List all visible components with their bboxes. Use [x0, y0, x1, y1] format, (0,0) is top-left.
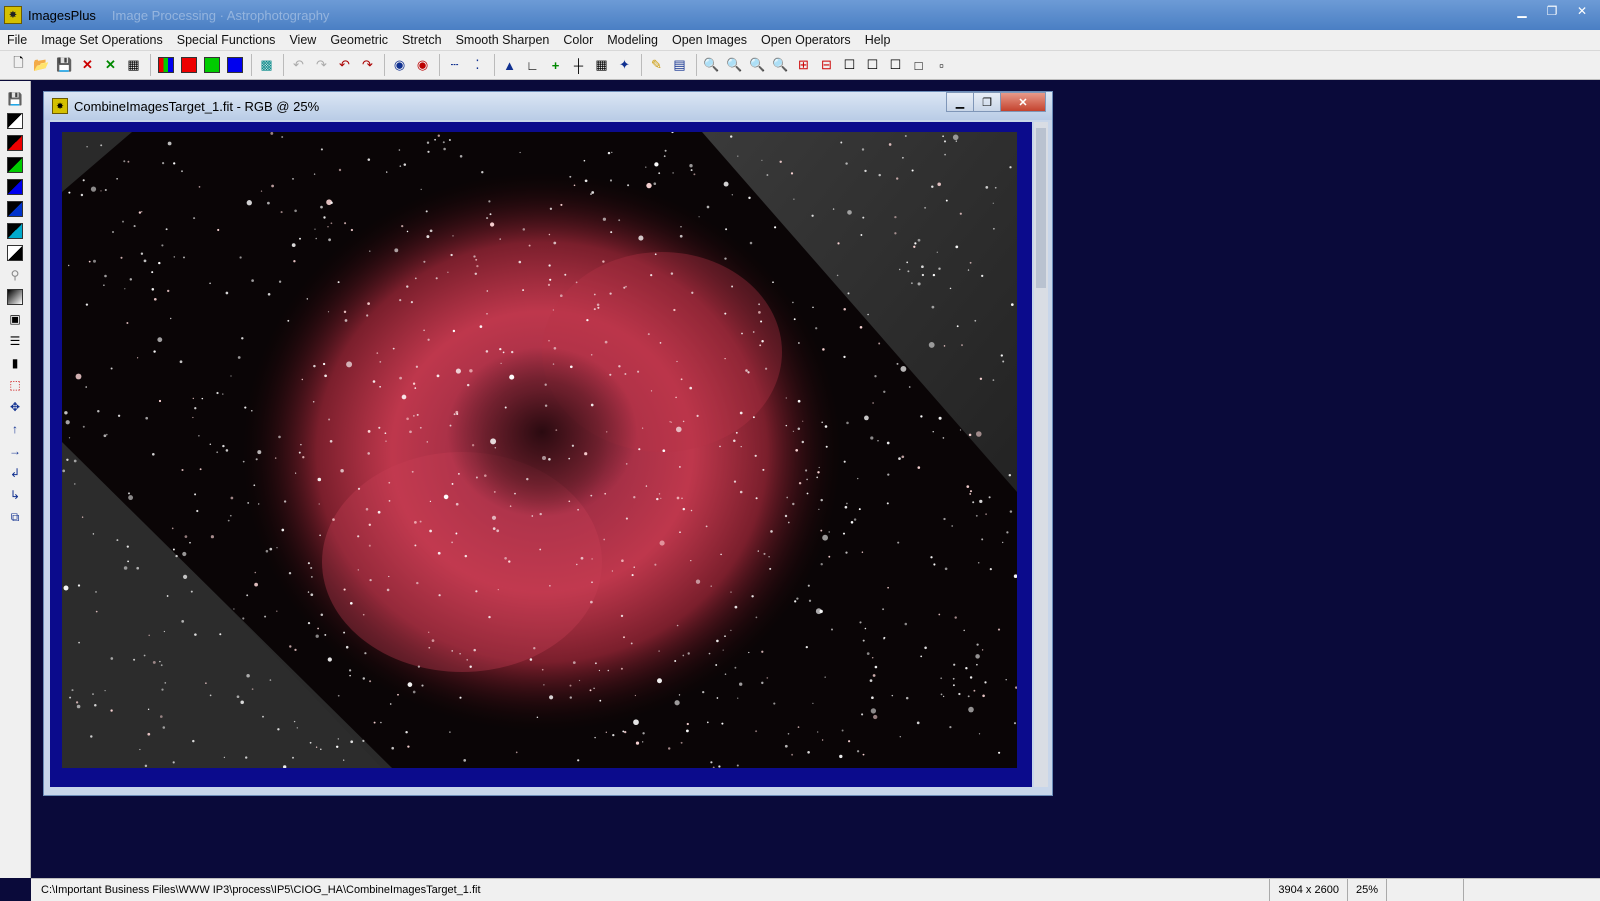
frame3-icon[interactable]: ☐: [885, 55, 906, 76]
link-icon[interactable]: ⚲: [5, 265, 25, 285]
rotate-left-icon[interactable]: ↲: [5, 463, 25, 483]
image-window[interactable]: ✸ CombineImagesTarget_1.fit - RGB @ 25% …: [43, 91, 1053, 796]
point-icon[interactable]: ⁚: [467, 55, 488, 76]
copy-icon[interactable]: ⧉: [5, 507, 25, 527]
circle-icon[interactable]: ◉: [389, 55, 410, 76]
image-viewport[interactable]: [50, 122, 1032, 787]
status-empty-1: [1386, 879, 1463, 901]
image-window-title: CombineImagesTarget_1.fit - RGB @ 25%: [74, 98, 320, 114]
print-icon[interactable]: ▦: [123, 55, 144, 76]
menu-modeling[interactable]: Modeling: [600, 33, 665, 47]
left-toolbar: 💾 ⚲ ▣ ☰ ▮ ⬚ ✥ ↑ → ↲ ↳ ⧉: [0, 81, 31, 878]
paint-icon[interactable]: ✦: [614, 55, 635, 76]
main-toolbar: 🗋 📂 💾 ✕ ✕ ▦ ▩ ↶ ↷ ↶ ↷ ◉ ◉ ┄ ⁚ ▲ ∟ + ┼ ▦ …: [0, 51, 1600, 80]
close-all-icon[interactable]: ✕: [100, 55, 121, 76]
dots-icon[interactable]: ┄: [444, 55, 465, 76]
frame4-icon[interactable]: □: [908, 55, 929, 76]
bw-icon[interactable]: [5, 111, 25, 131]
menu-file[interactable]: File: [0, 33, 34, 47]
menu-bar: File Image Set Operations Special Functi…: [0, 30, 1600, 51]
app-icon: ✸: [4, 6, 22, 24]
circle-red-icon[interactable]: ◉: [412, 55, 433, 76]
maximize-button[interactable]: ❐: [1538, 2, 1566, 20]
pencil-icon[interactable]: ✎: [646, 55, 667, 76]
rgb-icon[interactable]: [155, 55, 176, 76]
vertical-scrollbar[interactable]: [1034, 122, 1048, 787]
status-bar: C:\Important Business Files\WWW IP3\proc…: [31, 878, 1600, 901]
frame1-icon[interactable]: ☐: [839, 55, 860, 76]
image-window-titlebar[interactable]: ✸ CombineImagesTarget_1.fit - RGB @ 25% …: [44, 92, 1052, 120]
select-icon[interactable]: ▣: [5, 309, 25, 329]
frame5-icon[interactable]: ▫: [931, 55, 952, 76]
add-icon[interactable]: ⊞: [793, 55, 814, 76]
green-icon[interactable]: [5, 155, 25, 175]
nebula-picture: [62, 132, 1017, 768]
blue-icon[interactable]: [5, 177, 25, 197]
white-icon[interactable]: [5, 243, 25, 263]
grid-icon[interactable]: ▦: [591, 55, 612, 76]
redo-icon[interactable]: ↷: [357, 55, 378, 76]
plus-green-icon[interactable]: +: [545, 55, 566, 76]
gradient-icon[interactable]: [5, 287, 25, 307]
move-icon[interactable]: ✥: [5, 397, 25, 417]
status-dimensions: 3904 x 2600: [1269, 879, 1347, 901]
child-close-button[interactable]: ✕: [1000, 92, 1046, 112]
cursor-icon[interactable]: ⬚: [5, 375, 25, 395]
menu-geometric[interactable]: Geometric: [323, 33, 395, 47]
status-file-path: C:\Important Business Files\WWW IP3\proc…: [41, 884, 481, 896]
zoom-out-icon[interactable]: 🔍: [724, 55, 745, 76]
app-title-ghost: Image Processing · Astrophotography: [111, 7, 330, 23]
green-icon[interactable]: [201, 55, 222, 76]
save-icon[interactable]: 💾: [54, 55, 75, 76]
menu-open-operators[interactable]: Open Operators: [754, 33, 858, 47]
frame2-icon[interactable]: ☐: [862, 55, 883, 76]
cyan-icon[interactable]: [5, 221, 25, 241]
app-titlebar: ✸ ImagesPlus Image Processing · Astropho…: [0, 0, 1600, 30]
arrow-right-icon[interactable]: →: [5, 441, 25, 461]
blue-icon[interactable]: [224, 55, 245, 76]
save-icon[interactable]: 💾: [5, 89, 25, 109]
close-icon[interactable]: ✕: [77, 55, 98, 76]
red-icon[interactable]: [5, 133, 25, 153]
fill-icon[interactable]: ▤: [669, 55, 690, 76]
rotate-right-icon[interactable]: ↳: [5, 485, 25, 505]
menu-image-set-operations[interactable]: Image Set Operations: [34, 33, 170, 47]
child-maximize-button[interactable]: ❐: [973, 92, 1001, 112]
status-zoom: 25%: [1346, 879, 1386, 901]
child-minimize-button[interactable]: ▁: [946, 92, 974, 112]
subtract-icon[interactable]: ⊟: [816, 55, 837, 76]
lines-icon[interactable]: ☰: [5, 331, 25, 351]
menu-help[interactable]: Help: [858, 33, 898, 47]
arrow-up-icon[interactable]: ↑: [5, 419, 25, 439]
histogram-icon[interactable]: ▲: [499, 55, 520, 76]
menu-view[interactable]: View: [282, 33, 323, 47]
image-icon[interactable]: ▩: [256, 55, 277, 76]
status-empty-2: [1463, 879, 1600, 901]
undo-disabled-icon[interactable]: ↶: [288, 55, 309, 76]
minimize-button[interactable]: ▁: [1508, 2, 1536, 20]
app-title: ImagesPlus: [28, 7, 96, 23]
undo-icon[interactable]: ↶: [334, 55, 355, 76]
menu-special-functions[interactable]: Special Functions: [170, 33, 283, 47]
close-button[interactable]: ✕: [1568, 2, 1596, 20]
nebula-image[interactable]: [62, 132, 1017, 768]
red-icon[interactable]: [178, 55, 199, 76]
crosshair-icon[interactable]: ┼: [568, 55, 589, 76]
black-icon[interactable]: [5, 199, 25, 219]
menu-stretch[interactable]: Stretch: [395, 33, 449, 47]
scrollbar-thumb[interactable]: [1036, 128, 1046, 288]
new-icon[interactable]: 🗋: [8, 55, 29, 76]
zoom-fit-icon[interactable]: 🔍: [747, 55, 768, 76]
black-box-icon[interactable]: ▮: [5, 353, 25, 373]
redo-disabled-icon[interactable]: ↷: [311, 55, 332, 76]
menu-open-images[interactable]: Open Images: [665, 33, 754, 47]
open-icon[interactable]: 📂: [31, 55, 52, 76]
menu-color[interactable]: Color: [556, 33, 600, 47]
menu-smooth-sharpen[interactable]: Smooth Sharpen: [449, 33, 557, 47]
zoom-reset-icon[interactable]: 🔍: [770, 55, 791, 76]
zoom-in-icon[interactable]: 🔍: [701, 55, 722, 76]
axis-icon[interactable]: ∟: [522, 55, 543, 76]
image-window-icon: ✸: [52, 98, 68, 114]
